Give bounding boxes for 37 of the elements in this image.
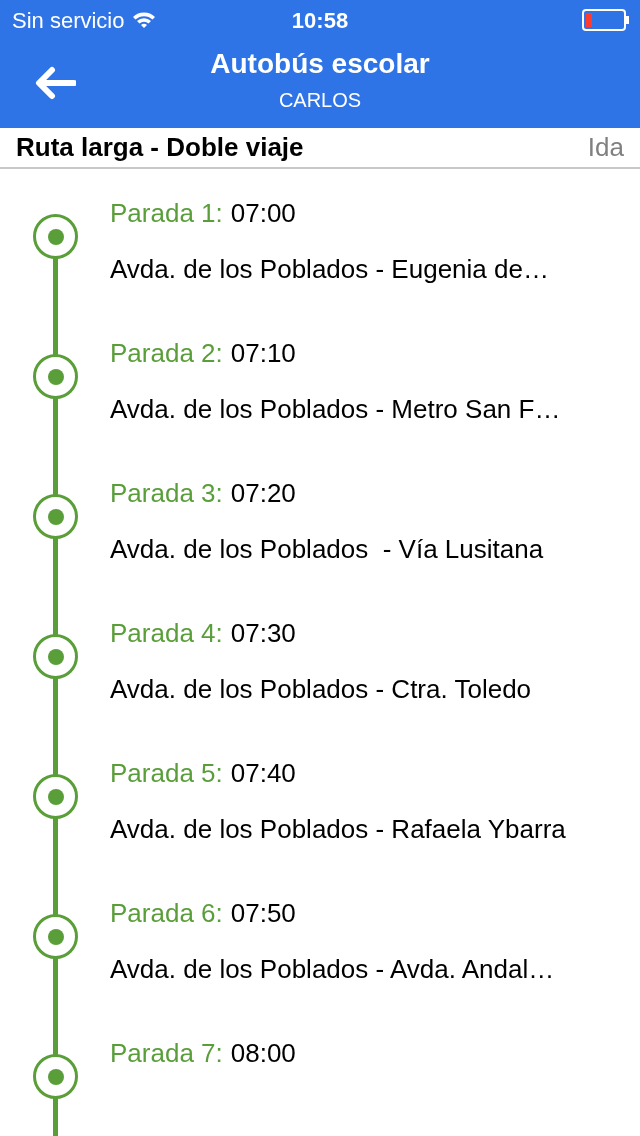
screen-title: Autobús escolar <box>210 47 430 81</box>
stop-label: Parada 5: <box>110 757 223 790</box>
stop-marker-icon <box>33 774 78 819</box>
stop-marker-icon <box>33 1054 78 1099</box>
stop-label: Parada 7: <box>110 1037 223 1070</box>
stop-address: Avda. de los Poblados - Rafaela Ybarra <box>110 813 566 846</box>
screen-subtitle: CARLOS <box>278 88 362 113</box>
stop-address: Avda. de los Poblados - Vía Lusitana <box>110 533 544 566</box>
stop-marker-icon <box>33 354 78 399</box>
stop-time: 07:10 <box>230 337 296 370</box>
stop-time: 07:50 <box>230 897 296 930</box>
back-arrow-icon <box>34 66 76 100</box>
stop-address: Avda. de los Poblados - Metro San F… <box>110 393 561 426</box>
route-name: Ruta larga - Doble viaje <box>16 131 304 164</box>
stop-label: Parada 3: <box>110 477 223 510</box>
stop-address: Avda. de los Poblados - Eugenia de… <box>110 253 549 286</box>
stop-time: 07:00 <box>230 197 296 230</box>
stop-address: Avda. de los Poblados - Ctra. Toledo <box>110 673 532 706</box>
stop-address: Avda. de los Poblados - Avda. Andal… <box>110 953 555 986</box>
stop-label: Parada 2: <box>110 337 223 370</box>
carrier-label: Sin servicio <box>12 6 125 35</box>
stop-time: 07:30 <box>230 617 296 650</box>
stop-marker-icon <box>33 494 78 539</box>
stop-label: Parada 4: <box>110 617 223 650</box>
stop-time: 08:00 <box>230 1037 296 1070</box>
wifi-icon <box>132 11 157 29</box>
clock-time: 10:58 <box>291 6 349 35</box>
route-direction: Ida <box>587 131 624 164</box>
stop-marker-icon <box>33 914 78 959</box>
stop-label: Parada 6: <box>110 897 223 930</box>
stop-label: Parada 1: <box>110 197 223 230</box>
stop-marker-icon <box>33 634 78 679</box>
stop-time: 07:40 <box>230 757 296 790</box>
stop-time: 07:20 <box>230 477 296 510</box>
back-button[interactable] <box>34 66 76 100</box>
stop-marker-icon <box>33 214 78 259</box>
battery-icon <box>582 9 630 31</box>
